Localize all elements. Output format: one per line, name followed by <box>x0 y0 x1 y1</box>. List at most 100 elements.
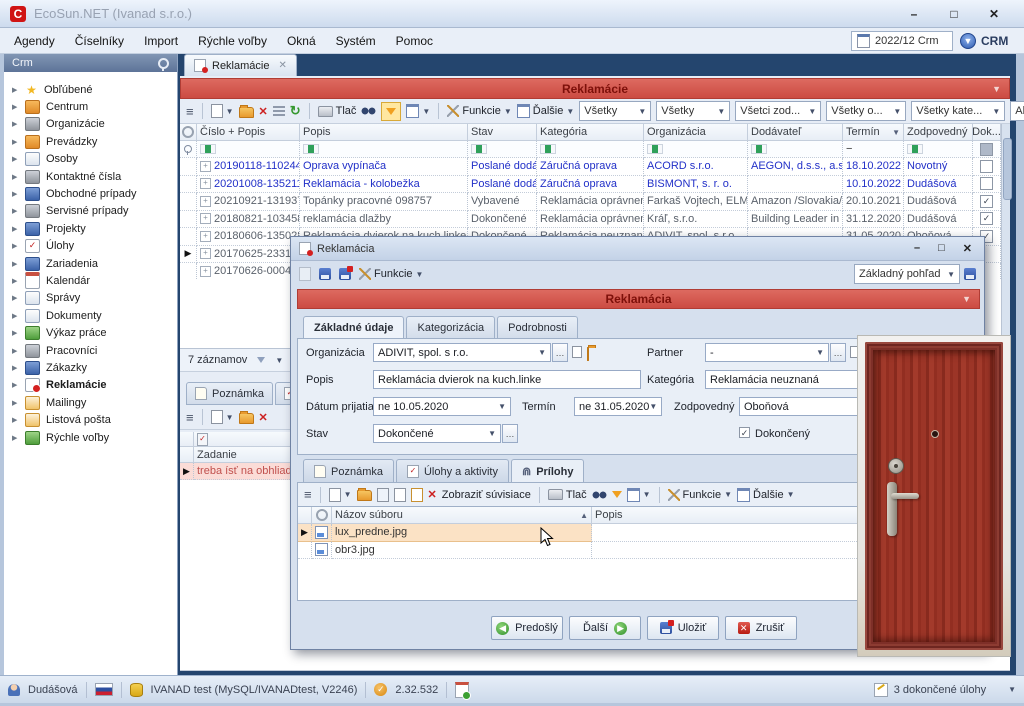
sidebar-item-spravy[interactable]: ▶Správy <box>4 290 177 307</box>
menu-ciselniky[interactable]: Číselníky <box>75 34 124 48</box>
menu-rychle-volby[interactable]: Rýchle voľby <box>198 34 267 48</box>
column-header-kategoria[interactable]: Kategória <box>537 124 644 141</box>
dialog-functions-menu[interactable]: Funkcie▼ <box>359 268 423 280</box>
print-button[interactable]: Tlač <box>318 105 357 117</box>
partner-field[interactable]: -▼ <box>705 343 829 362</box>
calendar-check-icon[interactable] <box>455 682 469 698</box>
contains-filter-icon[interactable] <box>303 144 319 154</box>
save-view-icon[interactable] <box>964 268 976 280</box>
records-filter-dropdown-icon[interactable]: ▼ <box>275 356 283 365</box>
datum-prijatia-field[interactable]: ne 10.05.2020▼ <box>373 397 511 416</box>
sidebar-item-zariadenia[interactable]: ▶Zariadenia <box>4 255 177 272</box>
column-header-stav[interactable]: Stav <box>468 124 537 141</box>
checkbox-filter-icon[interactable] <box>980 143 993 156</box>
menu-system[interactable]: Systém <box>336 34 376 48</box>
filter-select-responsible[interactable]: Všetci zod...▼ <box>735 101 821 121</box>
column-header-termin[interactable]: Termín▼ <box>843 124 904 141</box>
sidebar-item-kontaktne-cisla[interactable]: ▶Kontaktné čísla <box>4 168 177 185</box>
copy-button[interactable] <box>394 488 406 502</box>
menu-import[interactable]: Import <box>144 34 178 48</box>
status-user[interactable]: Dudášová <box>28 684 78 696</box>
column-header-zodpovedny[interactable]: Zodpovedný <box>904 124 973 141</box>
column-header-num[interactable]: Číslo + Popis <box>197 124 300 141</box>
paste-button[interactable] <box>411 488 423 502</box>
tasks-dropdown-icon[interactable]: ▼ <box>1008 685 1016 694</box>
filter-select-2[interactable]: Všetky▼ <box>656 101 730 121</box>
expand-icon[interactable]: + <box>200 213 211 224</box>
more-menu[interactable]: Ďalšie▼ <box>517 104 575 118</box>
row-checkbox[interactable]: ✓ <box>980 195 993 208</box>
open-note-button[interactable] <box>239 411 254 424</box>
tab-close-icon[interactable]: ✕ <box>278 60 286 71</box>
sidebar-item-projekty[interactable]: ▶Projekty <box>4 220 177 237</box>
filter-select-1[interactable]: Všetky▼ <box>579 101 651 121</box>
filter-select-active[interactable]: Aktívne▼ <box>1010 101 1024 121</box>
sidebar-item-reklamacie[interactable]: ▶Reklamácie <box>4 377 177 394</box>
contains-filter-icon[interactable] <box>200 144 216 154</box>
sidebar-item-ulohy[interactable]: ▶✓Úlohy <box>4 238 177 255</box>
grid-settings-icon[interactable] <box>180 124 197 141</box>
records-filter-icon[interactable] <box>257 357 265 363</box>
sidebar-item-dokumenty[interactable]: ▶Dokumenty <box>4 307 177 324</box>
expand-icon[interactable]: + <box>200 161 211 172</box>
organizacia-lookup-button[interactable]: … <box>552 343 568 362</box>
sidebar-item-zakazky[interactable]: ▶Zákazky <box>4 359 177 376</box>
row-checkbox[interactable] <box>980 160 993 173</box>
filter-select-org[interactable]: Všetky o...▼ <box>826 101 906 121</box>
grid-filter-row[interactable]: − <box>180 141 1001 158</box>
minimize-button[interactable]: – <box>894 7 934 21</box>
column-header-nazov-suboru[interactable]: Názov súboru▲ <box>332 507 592 524</box>
sidebar-item-oblubene[interactable]: ▶★Obľúbené <box>4 81 177 98</box>
layout-button[interactable]: ▼ <box>406 104 430 118</box>
status-tasks[interactable]: 3 dokončené úlohy <box>894 684 986 696</box>
show-related-button[interactable]: Zobraziť súvisiace <box>442 489 531 501</box>
menu-icon[interactable]: ≡ <box>304 487 312 502</box>
dialog-maximize-button[interactable]: □ <box>938 242 945 255</box>
row-checkbox[interactable]: ✓ <box>980 212 993 225</box>
menu-icon[interactable]: ≡ <box>186 410 194 425</box>
layout-button[interactable]: ▼ <box>627 488 651 502</box>
filter-select-category[interactable]: Všetky kate...▼ <box>911 101 1005 121</box>
sidebar-item-servisne-pripady[interactable]: ▶Servisné prípady <box>4 203 177 220</box>
more-menu[interactable]: Ďalšie▼ <box>737 488 795 502</box>
sidebar-item-obchodne-pripady[interactable]: ▶Obchodné prípady <box>4 185 177 202</box>
column-header-dokoncene[interactable]: Dok... <box>973 124 1001 141</box>
sidebar-item-mailingy[interactable]: ▶Mailingy <box>4 394 177 411</box>
banner-dropdown-icon[interactable]: ▼ <box>962 294 971 304</box>
partner-lookup-button[interactable]: … <box>830 343 846 362</box>
table-row[interactable]: +20180821-103458 r... reklamácia dlažby … <box>180 211 1001 229</box>
new-record-button[interactable]: ▼ <box>211 104 234 118</box>
functions-menu[interactable]: Funkcie▼ <box>668 489 732 501</box>
refresh-button[interactable]: ↻ <box>290 106 301 116</box>
table-row[interactable]: +20201008-135211 ... Reklamácia - kolobe… <box>180 176 1001 194</box>
sidebar-item-listova-posta[interactable]: ▶Listová pošta <box>4 411 177 428</box>
expand-icon[interactable]: + <box>200 178 211 189</box>
crm-module-button[interactable]: ▼ CRM <box>960 31 1008 51</box>
delete-note-button[interactable]: ✕ <box>259 411 268 424</box>
contains-filter-icon[interactable] <box>907 144 923 154</box>
contains-filter-icon[interactable] <box>647 144 663 154</box>
period-selector[interactable]: 2022/12 Crm <box>851 31 953 51</box>
new-org-icon[interactable] <box>572 346 582 358</box>
filter-funnel-icon[interactable] <box>612 491 622 498</box>
next-button[interactable]: Ďalší▶ <box>569 616 641 640</box>
tab-prilohy[interactable]: ⋒Prílohy <box>511 459 585 484</box>
sidebar-item-pracovnici[interactable]: ▶Pracovníci <box>4 342 177 359</box>
edit-file-button[interactable] <box>377 488 389 502</box>
open-org-icon[interactable] <box>587 347 589 361</box>
new-note-button[interactable]: ▼ <box>211 410 234 424</box>
tab-poznamka[interactable]: Poznámka <box>303 459 394 483</box>
dialog-close-button[interactable]: ✕ <box>963 242 972 255</box>
contains-filter-icon[interactable] <box>540 144 556 154</box>
banner-dropdown-icon[interactable]: ▼ <box>992 84 1001 94</box>
open-file-button[interactable] <box>357 488 372 501</box>
functions-menu[interactable]: Funkcie▼ <box>447 105 511 117</box>
popis-field[interactable]: Reklamácia dvierok na kuch.linke <box>373 370 641 389</box>
menu-icon[interactable]: ≡ <box>186 104 194 119</box>
scrollbar-thumb[interactable] <box>1003 138 1012 200</box>
organizacia-field[interactable]: ADIVIT, spol. s r.o.▼ <box>373 343 551 362</box>
slovak-flag-icon[interactable] <box>95 683 113 696</box>
hierarchy-button[interactable] <box>273 106 285 116</box>
dokonceny-checkbox[interactable]: ✓ <box>739 427 750 438</box>
filter-button[interactable] <box>381 102 401 121</box>
